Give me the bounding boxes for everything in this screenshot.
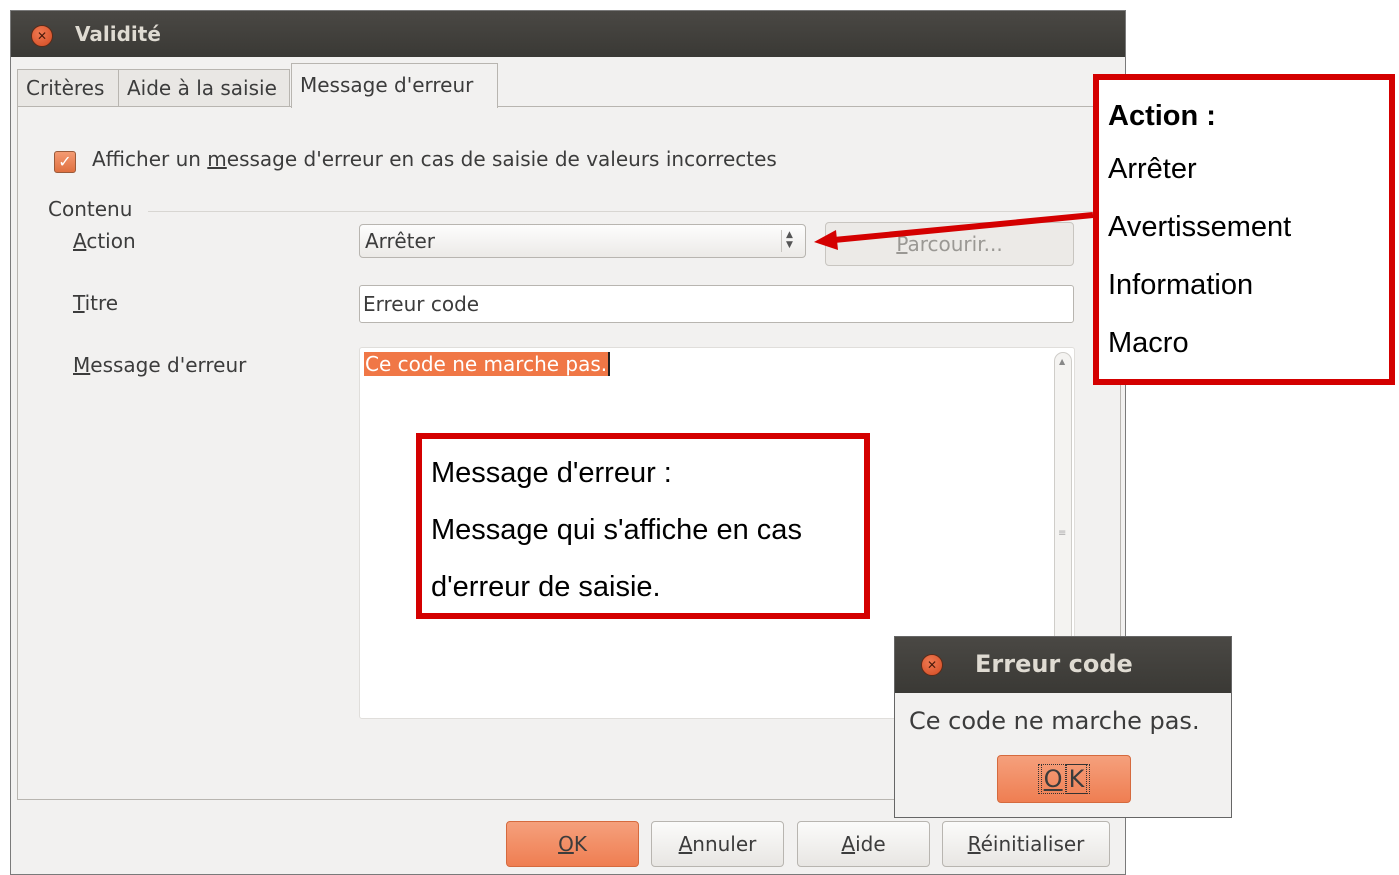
error-popup: ✕ Erreur code Ce code ne marche pas. OK: [894, 636, 1232, 818]
popup-titlebar: ✕ Erreur code: [895, 637, 1231, 693]
callout-line: d'erreur de saisie.: [431, 571, 661, 603]
tab-input-help[interactable]: Aide à la saisie: [118, 69, 290, 107]
scroll-grip-icon: ≡: [1058, 528, 1067, 539]
dialog-title: Validité: [75, 22, 161, 46]
selected-text: Ce code ne marche pas.: [364, 352, 611, 376]
error-message-label: Message d'erreur: [73, 353, 247, 377]
action-select[interactable]: Arrêter ▲ ▼: [359, 224, 806, 258]
callout-item: Arrêter: [1108, 153, 1197, 185]
action-callout: Action : Arrêter Avertissement Informati…: [1093, 74, 1395, 385]
popup-ok-button[interactable]: OK: [997, 755, 1131, 803]
callout-item: Macro: [1108, 327, 1189, 359]
content-group-label: Contenu: [48, 197, 133, 221]
title-label: Titre: [73, 291, 119, 315]
message-callout: Message d'erreur : Message qui s'affiche…: [416, 433, 870, 619]
cancel-button[interactable]: Annuler: [651, 821, 784, 867]
tab-criteria[interactable]: Critères: [17, 69, 119, 107]
spin-arrows-icon: ▲ ▼: [781, 230, 797, 252]
callout-item: Avertissement: [1108, 211, 1292, 243]
dialog-titlebar: ✕ Validité: [11, 11, 1125, 57]
title-input[interactable]: Erreur code: [359, 285, 1074, 323]
callout-title: Action :: [1108, 100, 1216, 132]
tab-error-message[interactable]: Message d'erreur: [291, 63, 498, 108]
reset-button[interactable]: Réinitialiser: [942, 821, 1110, 867]
popup-message: Ce code ne marche pas.: [909, 707, 1200, 735]
close-icon[interactable]: ✕: [31, 25, 53, 47]
show-error-checkbox[interactable]: ✓: [54, 151, 76, 173]
callout-line: Message qui s'affiche en cas: [431, 514, 802, 546]
action-label: Action: [73, 229, 136, 253]
close-icon[interactable]: ✕: [921, 654, 943, 676]
ok-button[interactable]: OK: [506, 821, 639, 867]
group-divider: [148, 211, 1108, 212]
scroll-up-icon[interactable]: ▲: [1059, 357, 1065, 366]
browse-button[interactable]: Parcourir...: [825, 222, 1074, 266]
show-error-checkbox-label[interactable]: Afficher un message d'erreur en cas de s…: [92, 147, 777, 171]
help-button[interactable]: Aide: [797, 821, 930, 867]
callout-item: Information: [1108, 269, 1254, 301]
popup-title: Erreur code: [975, 650, 1133, 678]
callout-line: Message d'erreur :: [431, 457, 672, 489]
action-select-value: Arrêter: [365, 229, 436, 253]
